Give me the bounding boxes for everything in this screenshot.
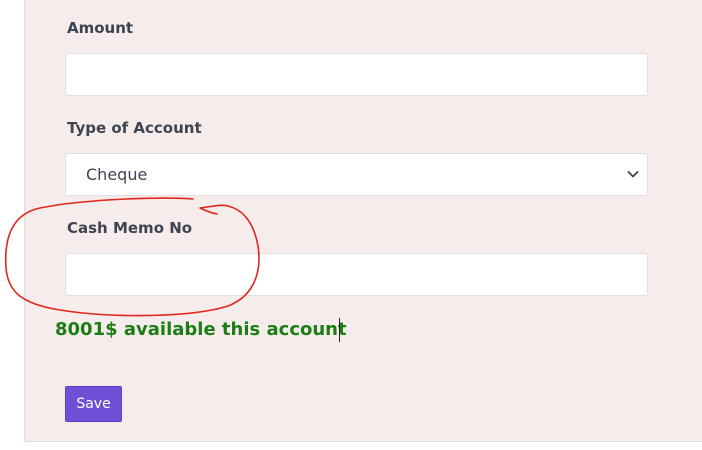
amount-input[interactable] bbox=[65, 53, 648, 96]
chevron-down-icon bbox=[627, 171, 639, 178]
account-type-label: Type of Account bbox=[67, 119, 202, 137]
account-type-selected-value: Cheque bbox=[86, 165, 148, 184]
cash-memo-label: Cash Memo No bbox=[67, 219, 193, 237]
save-button[interactable]: Save bbox=[65, 386, 122, 422]
page: Amount Type of Account Cheque Cash Memo … bbox=[0, 0, 702, 450]
balance-available-message: 8001$ available this account bbox=[55, 319, 347, 340]
text-cursor bbox=[339, 318, 340, 342]
account-type-select[interactable]: Cheque bbox=[65, 153, 648, 196]
cash-memo-input[interactable] bbox=[65, 253, 648, 296]
amount-label: Amount bbox=[67, 19, 134, 37]
